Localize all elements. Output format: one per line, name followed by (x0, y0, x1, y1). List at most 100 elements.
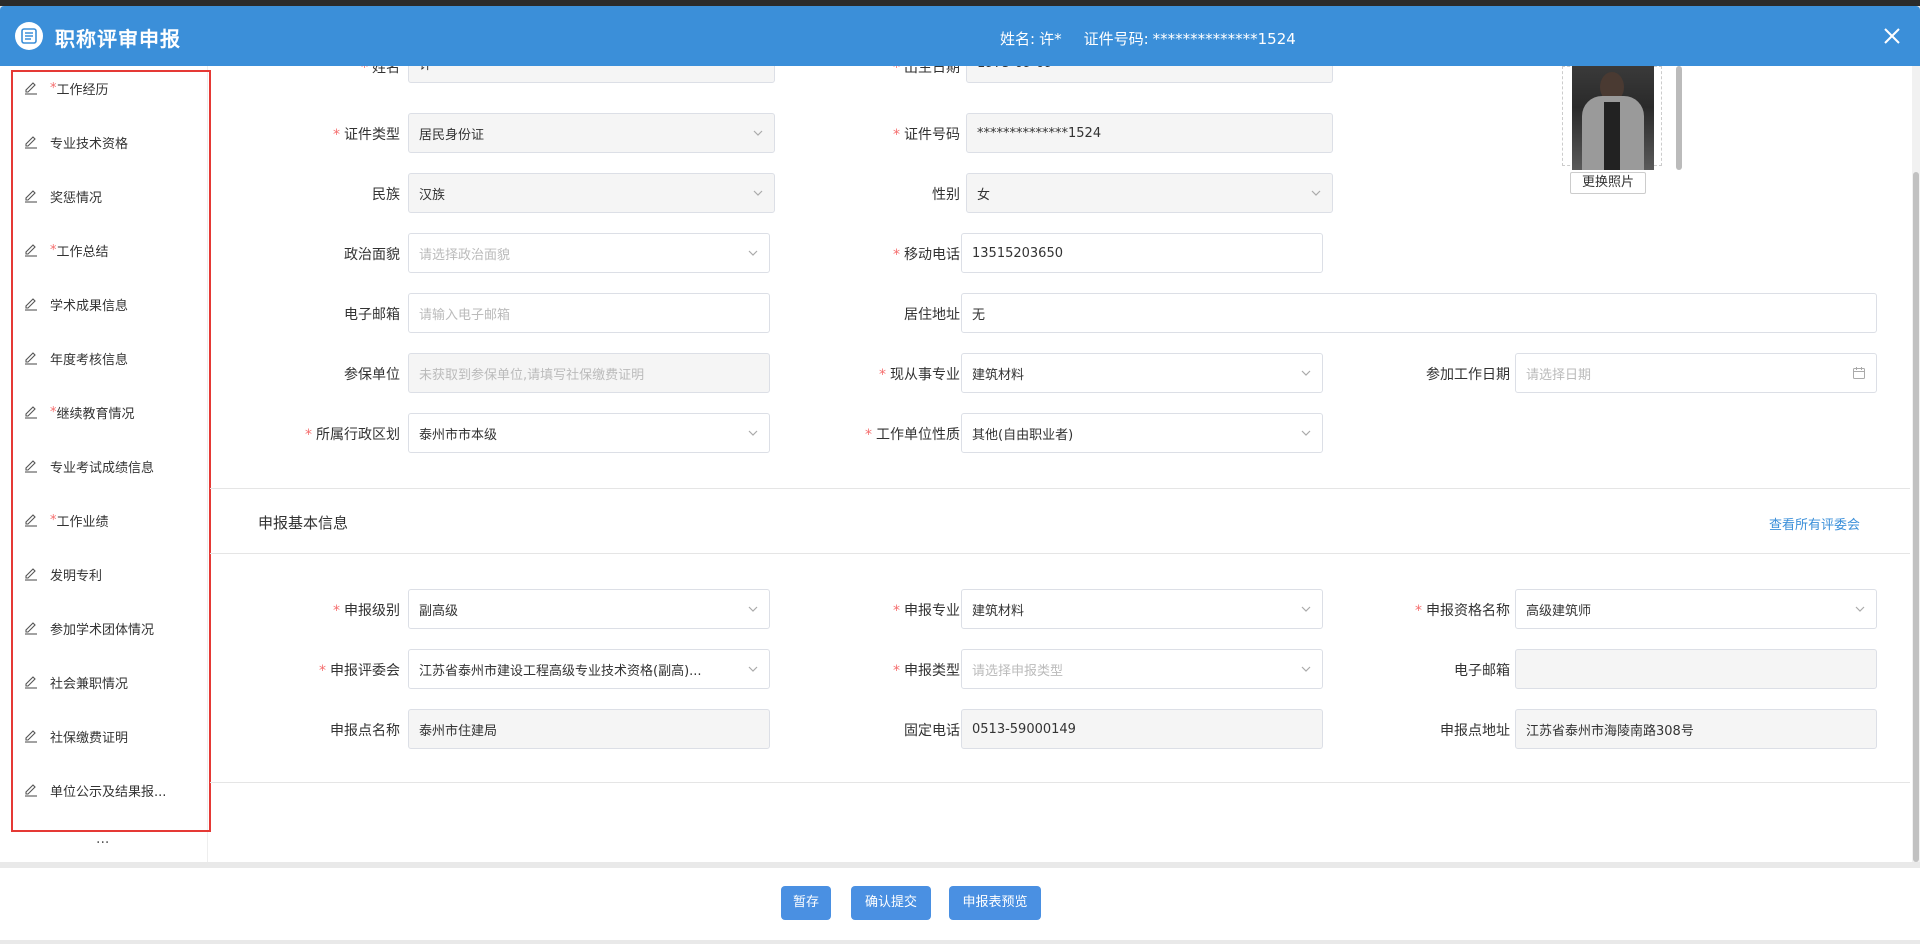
apply-level-select[interactable]: 副高级 (408, 589, 770, 629)
phone-label: 固定电话 (904, 723, 960, 739)
calendar-icon (1853, 367, 1865, 379)
edit-icon (25, 676, 37, 689)
chevron-down-icon (1311, 190, 1321, 196)
major-label: * 现从事专业 (879, 367, 960, 383)
sidebar-highlight-box (11, 70, 211, 832)
change-photo-button[interactable]: 更换照片 (1570, 172, 1646, 194)
sidebar-item-label: 工作业绩 (56, 514, 109, 530)
confirm-submit-button[interactable]: 确认提交 (851, 886, 931, 920)
name-field-label: * 姓名 (361, 66, 400, 76)
address-input[interactable]: 无 (961, 293, 1877, 333)
name-value: 许* (1039, 30, 1062, 48)
edit-icon (25, 244, 37, 257)
apply-major-select[interactable]: 建筑材料 (961, 589, 1323, 629)
sidebar-item-academic[interactable]: 学术成果信息 (24, 294, 128, 314)
gender-label: 性别 (932, 187, 960, 203)
sidebar-item-label: 单位公示及结果报... (50, 784, 167, 800)
idno-field[interactable]: **************1524 (966, 113, 1333, 153)
edit-icon (25, 622, 37, 635)
idtype-label: * 证件类型 (333, 127, 400, 143)
dialog-title: 职称评审申报 (55, 27, 181, 51)
sidebar-item-rewards[interactable]: 奖惩情况 (24, 186, 102, 206)
sidebar-item-patents[interactable]: 发明专利 (24, 564, 102, 584)
name-label: 姓名: (1000, 30, 1036, 48)
mobile-input[interactable]: 13515203650 (961, 233, 1323, 273)
current-major-select[interactable]: 建筑材料 (961, 353, 1323, 393)
sidebar-item-label: 年度考核信息 (50, 352, 129, 368)
dialog-footer: 暂存 确认提交 申报表预览 (0, 868, 1920, 940)
edit-icon (25, 136, 37, 149)
insurance-label: 参保单位 (344, 367, 400, 383)
sidebar-item-societies[interactable]: 参加学术团体情况 (24, 618, 154, 638)
unit-type-select[interactable]: 其他(自由职业者) (961, 413, 1323, 453)
work-start-date-picker[interactable]: 请选择日期 (1515, 353, 1877, 393)
sidebar-item-label: 奖惩情况 (50, 190, 103, 206)
sidebar-item-qualification[interactable]: 专业技术资格 (24, 132, 128, 152)
sidebar-item-performance[interactable]: * 工作业绩 (24, 510, 109, 530)
sidebar-item-label: 工作总结 (56, 244, 109, 260)
email-input[interactable]: 请输入电子邮箱 (408, 293, 770, 333)
name-field[interactable]: 许 (408, 66, 775, 83)
apply-type-select[interactable]: 请选择申报类型 (961, 649, 1323, 689)
apply-point-address-field[interactable]: 江苏省泰州市海陵南路308号 (1515, 709, 1877, 749)
edit-icon (25, 190, 37, 203)
sidebar-item-continuing-edu[interactable]: * 继续教育情况 (24, 402, 135, 422)
photo-area-scrollbar[interactable] (1676, 66, 1682, 170)
qualification-select[interactable]: 高级建筑师 (1515, 589, 1877, 629)
vertical-scrollbar-thumb[interactable] (1913, 172, 1919, 862)
sidebar-more[interactable]: ... (96, 831, 109, 847)
committee-select[interactable]: 江苏省泰州市建设工程高级专业技术资格(副高)... (408, 649, 770, 689)
sidebar-item-social-insurance[interactable]: 社保缴费证明 (24, 726, 128, 746)
sidebar-item-annual-review[interactable]: 年度考核信息 (24, 348, 128, 368)
section-divider (210, 553, 1910, 554)
sidebar-item-label: 专业考试成绩信息 (50, 460, 155, 476)
apply-section-title: 申报基本信息 (258, 514, 349, 532)
sidebar-item-work-summary[interactable]: * 工作总结 (24, 240, 109, 260)
qual-label: * 申报资格名称 (1415, 603, 1510, 619)
sidebar-item-label: 参加学术团体情况 (50, 622, 155, 638)
edit-icon (25, 352, 37, 365)
chevron-down-icon (748, 250, 758, 256)
chevron-down-icon (1301, 606, 1311, 612)
region-select[interactable]: 泰州市市本级 (408, 413, 770, 453)
gender-select[interactable]: 女 (966, 173, 1333, 213)
insurance-unit-field[interactable]: 未获取到参保单位,请填写社保缴费证明 (408, 353, 770, 393)
idno-label: * 证件号码 (893, 127, 960, 143)
apply-major-label: * 申报专业 (893, 603, 960, 619)
mobile-label: * 移动电话 (893, 247, 960, 263)
point-addr-label: 申报点地址 (1440, 723, 1510, 739)
edit-icon (25, 298, 37, 311)
edit-icon (25, 784, 37, 797)
workdate-label: 参加工作日期 (1426, 367, 1510, 383)
dialog-header: 职称评审申报 姓名: 许* 证件号码: **************1524 (0, 6, 1920, 66)
idtype-select[interactable]: 居民身份证 (408, 113, 775, 153)
form-logo-icon (15, 22, 43, 50)
unittype-label: * 工作单位性质 (865, 427, 960, 443)
sidebar-item-exam-scores[interactable]: 专业考试成绩信息 (24, 456, 154, 476)
apply-point-field[interactable]: 泰州市住建局 (408, 709, 770, 749)
sidebar-item-label: 学术成果信息 (50, 298, 129, 314)
dialog-body: * 工作经历 专业技术资格 奖惩情况 * 工作总结 学术成果信息 年度考核信息 * 继… (0, 66, 1920, 862)
apply-email-field[interactable] (1515, 649, 1877, 689)
sidebar-item-label: 工作经历 (56, 82, 109, 98)
applicant-photo (1572, 66, 1654, 170)
fixed-phone-field[interactable]: 0513-59000149 (961, 709, 1323, 749)
sidebar-item-publicity[interactable]: 单位公示及结果报... (24, 780, 166, 800)
section-divider (210, 782, 1910, 783)
close-icon[interactable] (1880, 24, 1904, 48)
view-all-committees-link[interactable]: 查看所有评委会 (1769, 514, 1860, 533)
nation-select[interactable]: 汉族 (408, 173, 775, 213)
level-label: * 申报级别 (333, 603, 400, 619)
point-label: 申报点名称 (330, 723, 400, 739)
political-select[interactable]: 请选择政治面貌 (408, 233, 770, 273)
preview-form-button[interactable]: 申报表预览 (949, 886, 1041, 920)
sidebar-item-part-time[interactable]: 社会兼职情况 (24, 672, 128, 692)
save-draft-button[interactable]: 暂存 (781, 886, 831, 920)
birth-date-field[interactable]: 1975-09-09 (966, 66, 1333, 83)
chevron-down-icon (748, 430, 758, 436)
id-label: 证件号码: (1083, 30, 1149, 48)
chevron-down-icon (753, 190, 763, 196)
sidebar-item-work-history[interactable]: * 工作经历 (24, 78, 109, 98)
edit-icon (25, 514, 37, 527)
chevron-down-icon (748, 606, 758, 612)
